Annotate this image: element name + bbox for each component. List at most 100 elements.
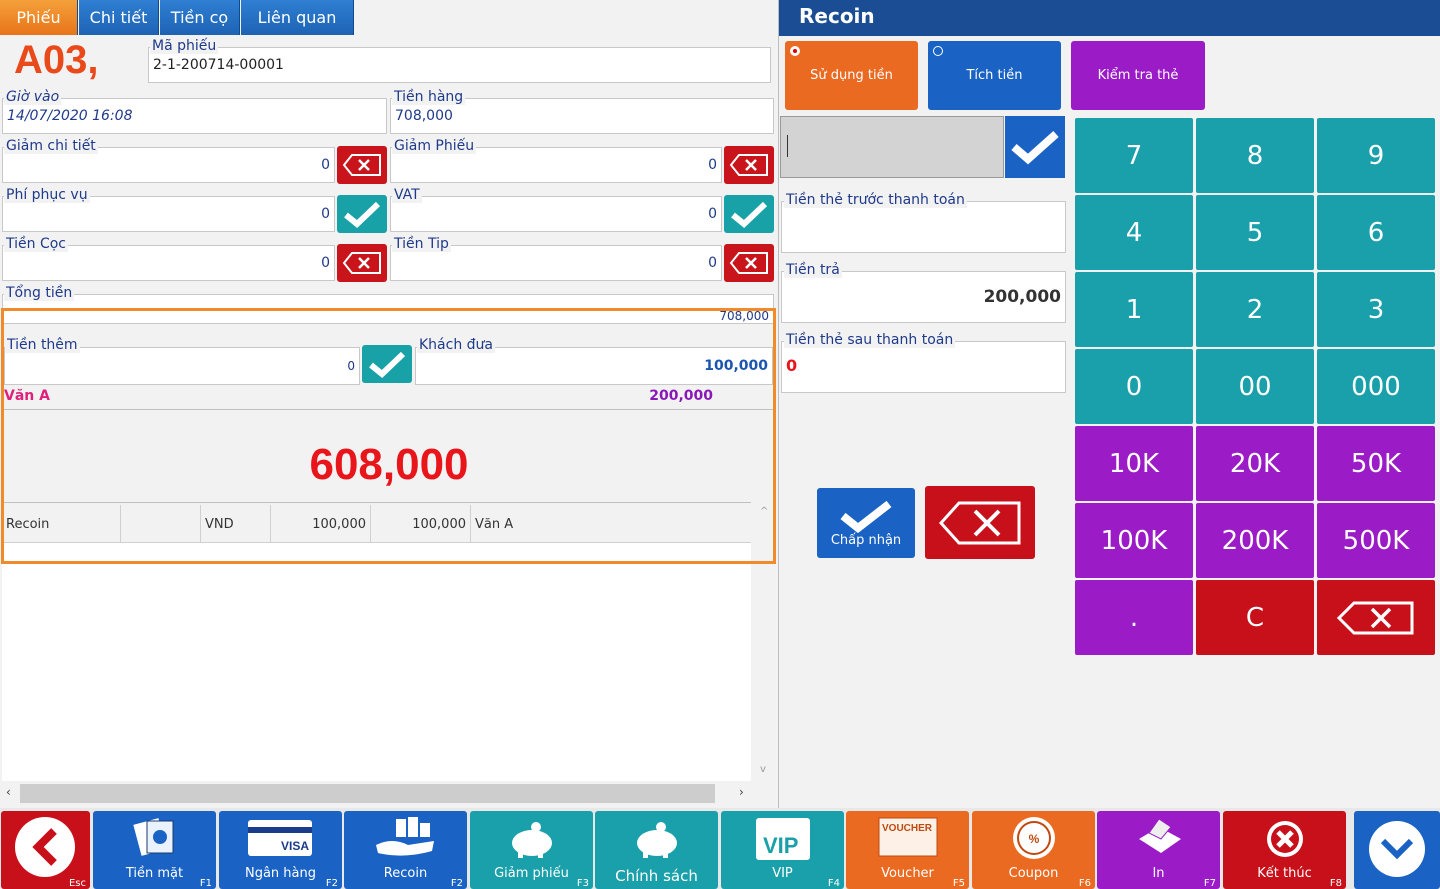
key-50k[interactable]: 50K [1317,426,1435,501]
confirm-service-fee-button[interactable] [337,195,387,233]
key-six[interactable]: 6 [1317,195,1435,270]
svg-text:%: % [1029,832,1040,846]
accept-button[interactable]: Chấp nhận [817,488,915,558]
payment-field[interactable]: 200,000 [781,271,1066,323]
scroll-down-icon[interactable]: v [760,764,766,775]
print-button[interactable]: In F7 [1097,811,1220,889]
more-button[interactable] [1354,811,1440,889]
card-input[interactable] [780,116,1004,178]
key-decimal[interactable]: . [1075,580,1193,655]
cash-button[interactable]: Tiền mặt F1 [93,811,216,889]
svg-text:VISA: VISA [281,839,309,853]
back-button[interactable]: Esc [1,811,90,889]
visa-card-icon: VISA [248,820,312,856]
coins-hand-icon [376,817,434,856]
ticket-discount-button[interactable]: Giảm phiếu F3 [470,811,593,889]
vip-button[interactable]: VIP VIP F4 [721,811,844,889]
check-icon [731,201,768,228]
check-icon [344,201,381,228]
payment-currency-cell: VND [201,505,271,543]
payment-converted-cell: 100,000 [371,505,471,543]
goods-label: Tiền hàng [392,89,466,105]
key-two[interactable]: 2 [1196,272,1314,347]
ticket-panel: Phiếu Chi tiết Tiền cọ Liên quan A03, Mã… [0,0,779,808]
checkin-label: Giờ vào [4,89,62,105]
balance-before-field [781,201,1066,253]
vip-label: VIP [772,866,793,881]
tab-related[interactable]: Liên quan [241,0,354,35]
finish-label: Kết thúc [1257,866,1312,881]
clear-deposit-button[interactable] [337,244,387,282]
key-clear[interactable]: C [1196,580,1314,655]
recoin-label: Recoin [383,866,428,881]
scroll-left-icon[interactable]: ‹ [6,785,11,799]
key-triple-zero[interactable]: 000 [1317,349,1435,424]
confirm-card-button[interactable] [1005,116,1065,178]
key-four[interactable]: 4 [1075,195,1193,270]
key-backspace[interactable] [1317,580,1435,655]
finish-button[interactable]: Kết thúc F8 [1223,811,1346,889]
vat-field[interactable]: 0 [390,196,722,232]
ticket-discount-label: Giảm phiếu [494,866,569,881]
accept-label: Chấp nhận [830,532,902,548]
accumulate-option[interactable]: Tích tiền [928,41,1061,110]
tip-label: Tiền Tip [392,236,451,252]
divider [4,409,774,410]
customer-given-label: Khách đưa [417,337,495,353]
tab-details[interactable]: Chi tiết [79,0,159,35]
bank-button[interactable]: VISA Ngân hàng F2 [219,811,342,889]
piggy-bank-icon [637,822,677,858]
confirm-extra-money-button[interactable] [362,345,412,383]
recoin-button[interactable]: Recoin F2 [344,811,467,889]
payment-blank-cell [121,505,201,543]
amount-due: 608,000 [309,440,469,489]
tab-ticket[interactable]: Phiếu [0,0,78,35]
scroll-right-icon[interactable]: › [739,785,744,799]
bank-label: Ngân hàng [244,866,316,881]
shortcut-key: F2 [450,878,463,889]
clear-tip-button[interactable] [724,244,774,282]
key-200k[interactable]: 200K [1196,503,1314,578]
horizontal-scrollbar[interactable]: ‹ › [2,781,751,806]
shortcut-key: F5 [952,878,965,889]
use-money-option[interactable]: Sử dụng tiền [785,41,918,110]
key-100k[interactable]: 100K [1075,503,1193,578]
voucher-label: Voucher [881,866,934,881]
payment-grid [2,502,751,781]
radio-selected-icon [790,46,800,56]
key-double-zero[interactable]: 00 [1196,349,1314,424]
ticket-code-label: Mã phiếu [150,38,219,54]
key-nine[interactable]: 9 [1317,118,1435,193]
key-10k[interactable]: 10K [1075,426,1193,501]
cancel-button[interactable] [925,486,1035,559]
scroll-thumb[interactable] [20,784,715,803]
key-500k[interactable]: 500K [1317,503,1435,578]
key-20k[interactable]: 20K [1196,426,1314,501]
key-three[interactable]: 3 [1317,272,1435,347]
service-fee-label: Phí phục vụ [4,187,90,203]
policy-button[interactable]: Chính sách [595,811,718,889]
clear-ticket-discount-button[interactable] [724,146,774,184]
key-zero[interactable]: 0 [1075,349,1193,424]
ticket-code-field[interactable]: 2-1-200714-00001 [148,47,771,83]
key-five[interactable]: 5 [1196,195,1314,270]
backspace-icon [1336,601,1414,634]
confirm-vat-button[interactable] [724,195,774,233]
scroll-up-icon[interactable]: ^ [760,506,768,517]
tab-deposit[interactable]: Tiền cọ [160,0,240,35]
deposit-label: Tiền Cọc [4,236,68,252]
check-card-button[interactable]: Kiểm tra thẻ [1071,41,1205,110]
check-icon [840,500,892,533]
vip-card-icon: VIP [756,818,810,860]
voucher-button[interactable]: VOUCHER Voucher F5 [846,811,969,889]
balance-after-label: Tiền thẻ sau thanh toán [784,332,956,348]
check-icon [1011,131,1059,165]
key-eight[interactable]: 8 [1196,118,1314,193]
vertical-scrollbar[interactable]: ^ v [751,502,778,781]
payment-amount-cell: 100,000 [271,505,371,543]
key-seven[interactable]: 7 [1075,118,1193,193]
piggy-bank-icon [512,822,552,858]
clear-detail-discount-button[interactable] [337,146,387,184]
coupon-button[interactable]: % Coupon F6 [972,811,1095,889]
key-one[interactable]: 1 [1075,272,1193,347]
